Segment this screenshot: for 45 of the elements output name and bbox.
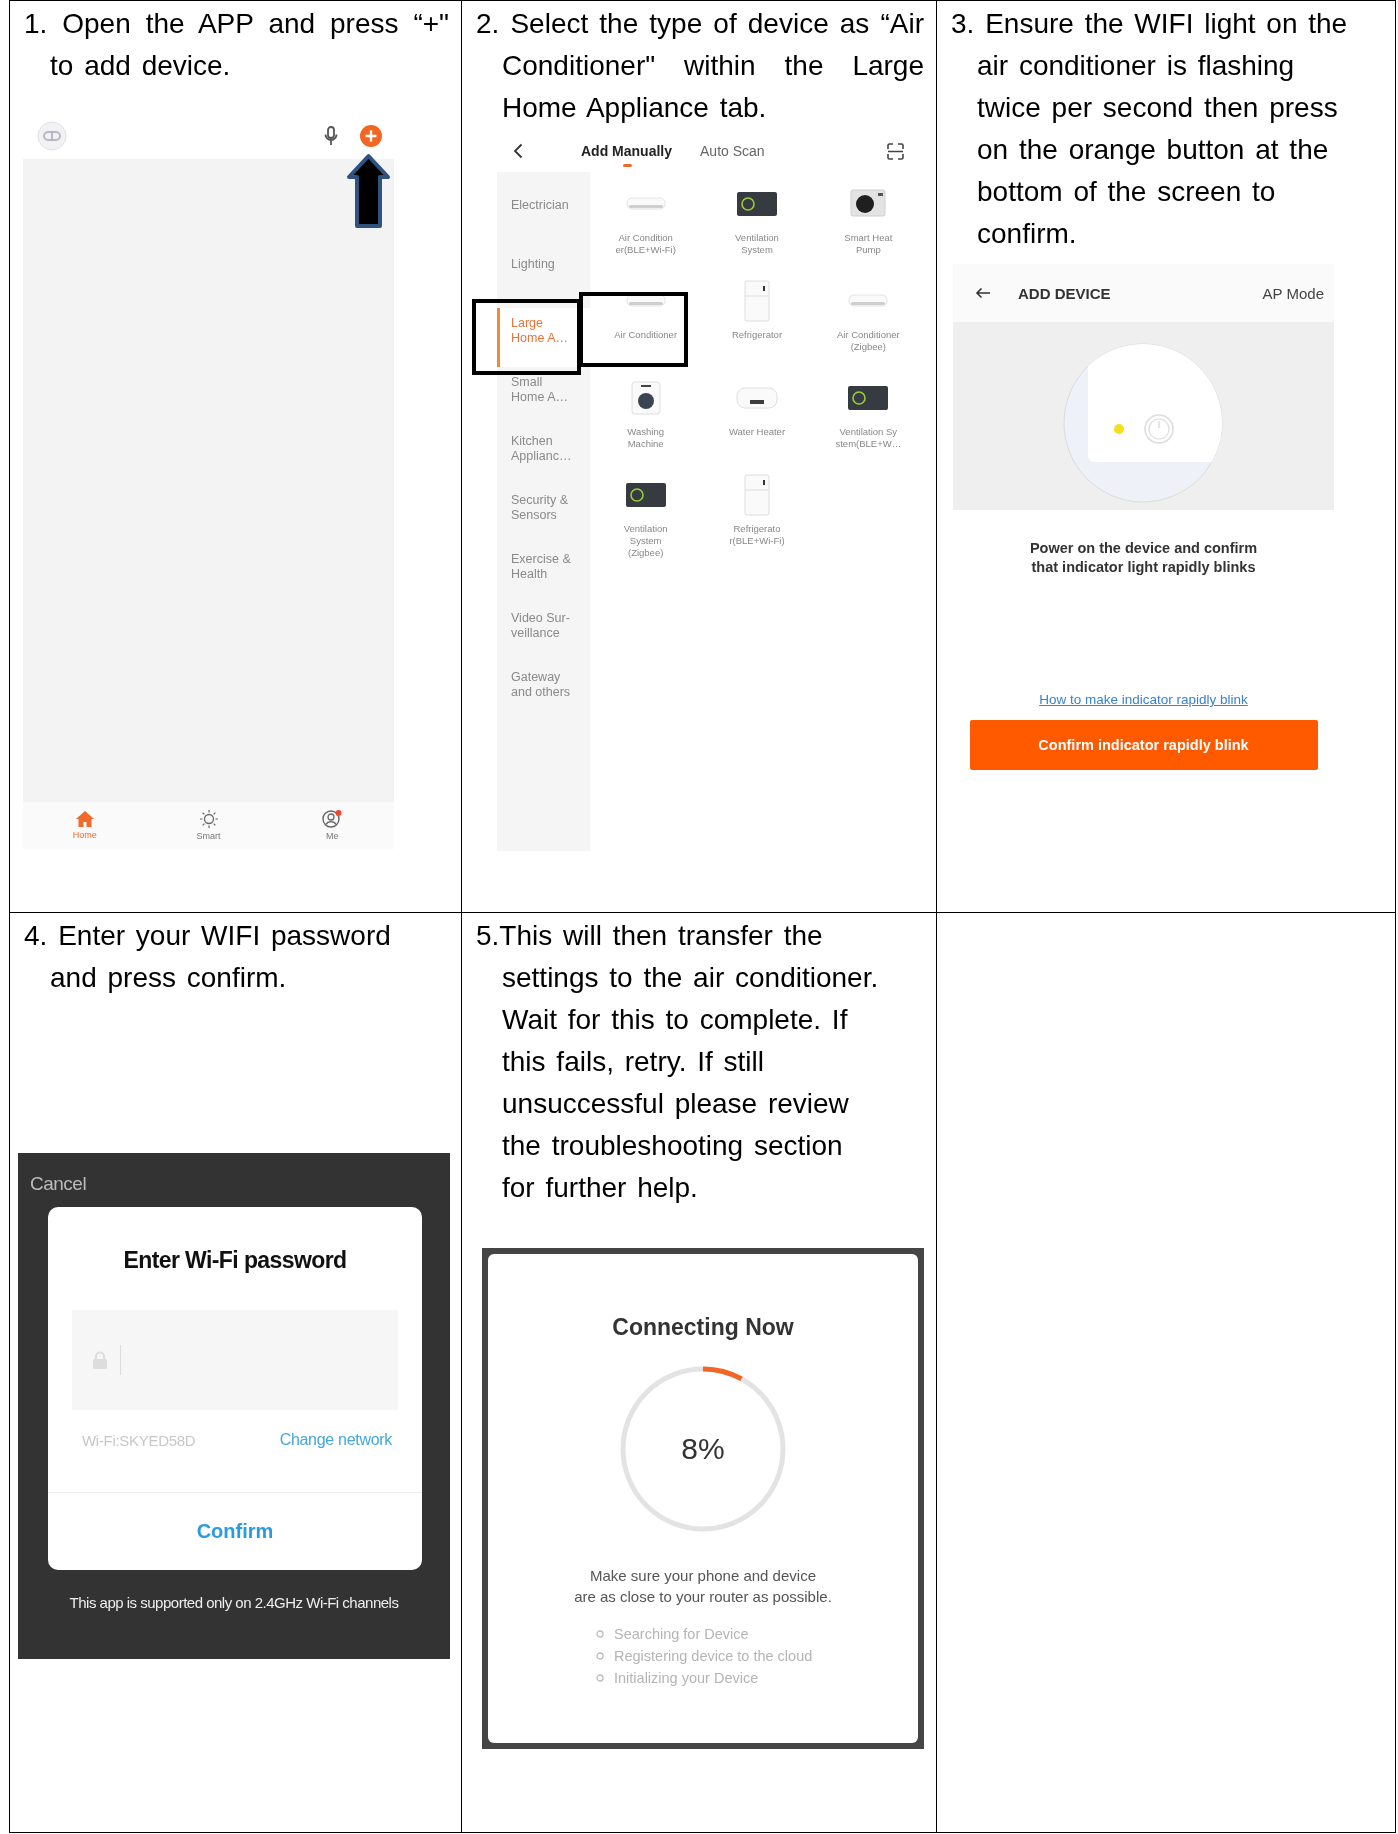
notice-text: This app is supported only on 2.4GHz Wi-Fi channels bbox=[68, 1594, 400, 1611]
instruction-text: Power on the device and confirm that indicator light rapidly blinks bbox=[1028, 539, 1259, 577]
device-label[interactable]: Air Conditioner (Zigbee) bbox=[836, 329, 900, 353]
device-label[interactable]: Ventilation System bbox=[735, 232, 779, 256]
category-item[interactable]: Large Home A… bbox=[497, 308, 590, 367]
category-item[interactable]: Security & Sensors bbox=[497, 485, 590, 544]
change-network-link[interactable]: Change network bbox=[279, 1431, 392, 1449]
device-label[interactable]: Ventilation System (Zigbee) bbox=[623, 523, 668, 559]
category-item[interactable]: Video Sur- veillance bbox=[497, 603, 590, 662]
device-label[interactable]: Refrigerator bbox=[731, 329, 783, 341]
category-item[interactable]: Exercise & Health bbox=[497, 544, 590, 603]
cancel-button[interactable]: Cancel bbox=[30, 1173, 87, 1195]
category-item[interactable]: Kitchen Applianc… bbox=[497, 426, 590, 485]
stage-text: Registering device to the cloud bbox=[614, 1647, 813, 1666]
confirm-button[interactable]: Confirm bbox=[48, 1492, 422, 1570]
device-label[interactable]: Water Heater bbox=[728, 426, 786, 438]
help-link[interactable]: How to make indicator rapidly blink bbox=[1039, 692, 1248, 707]
step-instruction: 3. Ensure the WIFI light on the air conditioner is flashing twice per second then press on the orange button at the bottom of the screen to confirm. bbox=[950, 7, 1349, 251]
device-label[interactable]: Smart Heat Pump bbox=[844, 232, 893, 256]
step-instruction: 1. Open the APP and press “+" to add device. bbox=[23, 7, 450, 83]
device-label[interactable]: Washing Machine bbox=[627, 426, 664, 450]
instruction-text: Make sure your phone and device are as close to your router as possible. bbox=[574, 1566, 832, 1607]
device-label[interactable]: Air Condition er(BLE+Wi-Fi) bbox=[615, 232, 676, 256]
nav-tab[interactable]: Me bbox=[270, 802, 394, 849]
step-instruction: 5.This will then transfer the settings to the air conditioner. Wait for this to complete. If this fails, retry. If still unsuccessful please review the troubleshooting section for further help. bbox=[475, 919, 880, 1205]
device-label[interactable]: Air Conditioner bbox=[614, 329, 678, 341]
step-instruction: 2. Select the type of device as “Air Conditioner" within the Large Home Appliance tab. bbox=[475, 7, 925, 125]
dialog-title: Enter Wi-Fi password bbox=[122, 1247, 348, 1274]
progress-title: Connecting Now bbox=[612, 1314, 794, 1341]
progress-percent: 8% bbox=[681, 1432, 725, 1466]
confirm-button[interactable]: Confirm indicator rapidly blink bbox=[969, 720, 1318, 770]
category-item[interactable]: Electrician bbox=[497, 190, 590, 249]
category-item[interactable]: Lighting bbox=[497, 249, 590, 308]
device-label[interactable]: Refrigerato r(BLE+Wi-Fi) bbox=[729, 523, 785, 547]
category-item[interactable]: Small Home A… bbox=[497, 367, 590, 426]
stage-text: Initializing your Device bbox=[614, 1669, 759, 1688]
screen-title: ADD DEVICE bbox=[1018, 284, 1111, 302]
nav-tab[interactable]: Home bbox=[23, 802, 147, 849]
tab[interactable]: Auto Scan bbox=[700, 139, 765, 163]
step-instruction: 4. Enter your WIFI password and press confirm. bbox=[23, 919, 392, 995]
stage-text: Searching for Device bbox=[614, 1625, 749, 1644]
category-item[interactable]: Gateway and others bbox=[497, 662, 590, 721]
device-label[interactable]: Ventilation Sy stem(BLE+W… bbox=[835, 426, 902, 450]
mode-button[interactable]: AP Mode bbox=[1262, 284, 1324, 302]
nav-tab[interactable]: Smart bbox=[146, 802, 271, 849]
